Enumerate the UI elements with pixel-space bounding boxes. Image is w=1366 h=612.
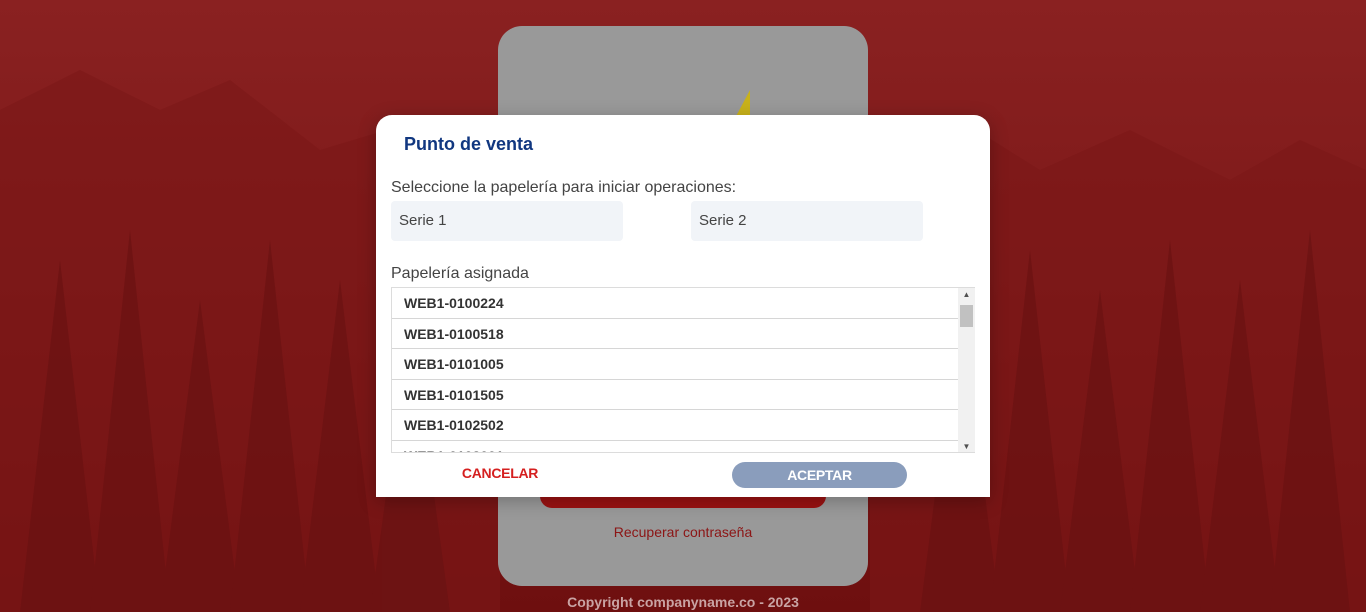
dialog-title: Punto de venta [404, 134, 534, 154]
select-stationery-prompt: Seleccione la papelería para iniciar ope… [391, 179, 737, 196]
scroll-up-arrow-icon[interactable]: ▲ [958, 288, 975, 302]
list-item[interactable]: WEB1-0102502 [392, 410, 958, 441]
list-scrollbar[interactable]: ▲ ▼ [958, 288, 975, 452]
list-item[interactable]: WEB1-0100224 [392, 288, 958, 319]
scroll-down-arrow-icon[interactable]: ▼ [958, 440, 975, 452]
scroll-thumb[interactable] [960, 305, 973, 327]
list-item[interactable]: WEB1-0101505 [392, 380, 958, 410]
list-item[interactable]: WEB1-0101005 [392, 349, 958, 380]
list-item[interactable]: WEB1-0100518 [392, 319, 958, 349]
copyright-text: Copyright companyname.co - 2023 [567, 594, 799, 610]
serie-1-field[interactable]: Serie 1 [391, 201, 623, 241]
list-item[interactable]: WEB1-0103001 [392, 441, 958, 452]
serie-2-field[interactable]: Serie 2 [691, 201, 923, 241]
accept-button[interactable]: ACEPTAR [732, 462, 907, 488]
recover-password-link[interactable]: Recuperar contraseña [498, 524, 868, 540]
cancel-button[interactable]: CANCELAR [430, 465, 570, 485]
point-of-sale-dialog: Punto de venta Seleccione la papelería p… [376, 115, 990, 497]
assigned-stationery-label: Papelería asignada [391, 265, 529, 282]
assigned-stationery-list[interactable]: WEB1-0100224 WEB1-0100518 WEB1-0101005 W… [391, 287, 975, 453]
